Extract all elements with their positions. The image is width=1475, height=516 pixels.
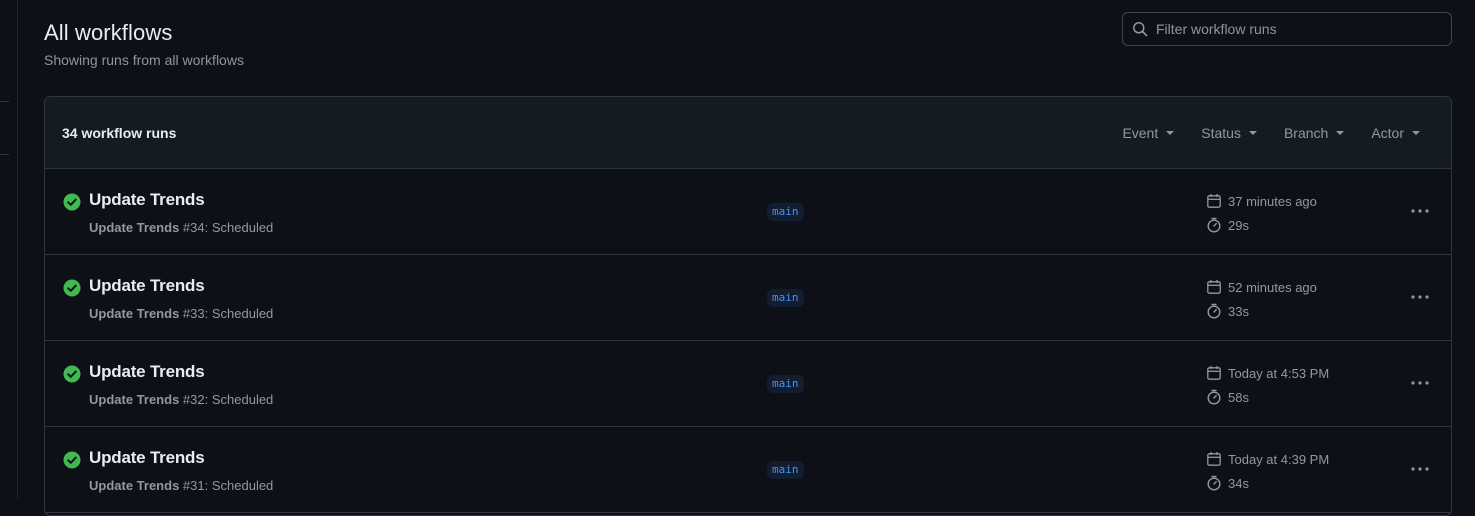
run-number: #34	[182, 220, 205, 235]
run-more-options-button[interactable]	[1405, 457, 1435, 481]
event-filter-menu[interactable]: Event	[1122, 124, 1175, 141]
run-workflow-name: Update Trends	[89, 306, 180, 321]
run-duration: 33s	[1206, 303, 1249, 319]
actor-filter-menu[interactable]: Actor	[1371, 125, 1420, 141]
run-duration-text: 34s	[1228, 475, 1249, 491]
check-circle-icon	[63, 193, 81, 211]
calendar-icon	[1207, 194, 1221, 208]
branch-tag[interactable]: main	[767, 203, 804, 221]
run-duration: 58s	[1206, 389, 1249, 405]
stopwatch-icon	[1207, 217, 1221, 233]
status-filter-label: Status	[1201, 124, 1241, 141]
kebab-horizontal-icon	[1411, 467, 1429, 471]
run-title-link[interactable]: Update Trends	[89, 276, 205, 296]
workflow-run-row: Update Trends Update Trends #32: Schedul…	[45, 341, 1451, 427]
sidebar-divider	[0, 154, 9, 155]
run-duration: 34s	[1206, 475, 1249, 491]
run-title-link[interactable]: Update Trends	[89, 448, 205, 468]
run-more-options-button[interactable]	[1405, 371, 1435, 395]
branch-tag[interactable]: main	[767, 289, 804, 307]
run-date-text: Today at 4:53 PM	[1228, 365, 1330, 381]
run-meta: Update Trends #31: Scheduled	[89, 478, 273, 493]
check-circle-icon	[63, 451, 81, 469]
run-more-options-button[interactable]	[1405, 199, 1435, 223]
left-sidebar-edge	[0, 0, 18, 498]
kebab-horizontal-icon	[1411, 295, 1429, 299]
filter-workflow-runs-input[interactable]	[1156, 21, 1436, 37]
run-date-text: Today at 4:39 PM	[1228, 451, 1330, 467]
workflow-run-row: Update Trends Update Trends #34: Schedul…	[45, 169, 1451, 255]
caret-down-icon	[1412, 130, 1420, 135]
run-number: #31	[182, 478, 205, 493]
calendar-icon	[1207, 452, 1221, 466]
run-date: Today at 4:53 PM	[1206, 365, 1329, 381]
run-number: #32	[182, 392, 205, 407]
branch-filter-label: Branch	[1283, 124, 1329, 141]
run-meta: Update Trends #33: Scheduled	[89, 306, 273, 321]
status-filter-menu[interactable]: Status	[1201, 125, 1257, 141]
run-more-options-button[interactable]	[1405, 285, 1435, 309]
run-trigger: : Scheduled	[204, 220, 274, 235]
actor-filter-label: Actor	[1371, 124, 1404, 141]
run-workflow-name: Update Trends	[89, 478, 180, 493]
filter-workflow-runs-box[interactable]	[1122, 12, 1452, 46]
run-date: 37 minutes ago	[1206, 193, 1317, 209]
sidebar-divider	[0, 101, 9, 102]
branch-tag[interactable]: main	[767, 461, 804, 479]
caret-down-icon	[1248, 130, 1257, 135]
run-trigger: : Scheduled	[204, 306, 274, 321]
run-workflow-name: Update Trends	[89, 220, 180, 235]
kebab-horizontal-icon	[1411, 381, 1429, 385]
stopwatch-icon	[1207, 389, 1221, 405]
run-date: 52 minutes ago	[1206, 279, 1317, 295]
page-title: All workflows	[44, 20, 173, 45]
calendar-icon	[1207, 280, 1221, 294]
kebab-horizontal-icon	[1411, 209, 1429, 213]
branch-filter-menu[interactable]: Branch	[1283, 124, 1345, 141]
page-subtitle: Showing runs from all workflows	[44, 52, 244, 68]
run-title-link[interactable]: Update Trends	[89, 190, 205, 210]
stopwatch-icon	[1207, 475, 1221, 491]
run-duration-text: 29s	[1228, 217, 1249, 233]
workflow-runs-count: 34 workflow runs	[62, 124, 177, 141]
search-icon	[1133, 22, 1148, 37]
run-meta: Update Trends #32: Scheduled	[89, 392, 273, 407]
run-duration-text: 33s	[1228, 303, 1249, 319]
workflow-runs-list: 34 workflow runs Event Status Branch Act…	[44, 96, 1452, 516]
run-date-text: 52 minutes ago	[1228, 279, 1317, 295]
runs-list-header: 34 workflow runs Event Status Branch Act…	[45, 97, 1451, 169]
check-circle-icon	[63, 365, 81, 383]
run-duration-text: 58s	[1228, 389, 1249, 405]
caret-down-icon	[1166, 130, 1175, 135]
run-workflow-name: Update Trends	[89, 392, 180, 407]
stopwatch-icon	[1207, 303, 1221, 319]
run-meta: Update Trends #34: Scheduled	[89, 220, 273, 235]
runs-filters: Event Status Branch Actor	[1095, 125, 1434, 141]
run-date-text: 37 minutes ago	[1228, 193, 1317, 209]
workflow-run-row: Update Trends Update Trends #33: Schedul…	[45, 255, 1451, 341]
run-date: Today at 4:39 PM	[1206, 451, 1329, 467]
event-filter-label: Event	[1122, 124, 1159, 141]
run-number: #33	[182, 306, 205, 321]
run-duration: 29s	[1206, 217, 1249, 233]
run-trigger: : Scheduled	[204, 478, 274, 493]
calendar-icon	[1207, 366, 1221, 380]
workflow-run-row: Update Trends Update Trends #31: Schedul…	[45, 427, 1451, 513]
run-title-link[interactable]: Update Trends	[89, 362, 205, 382]
check-circle-icon	[63, 279, 81, 297]
branch-tag[interactable]: main	[767, 375, 804, 393]
caret-down-icon	[1336, 130, 1345, 135]
run-trigger: : Scheduled	[204, 392, 274, 407]
